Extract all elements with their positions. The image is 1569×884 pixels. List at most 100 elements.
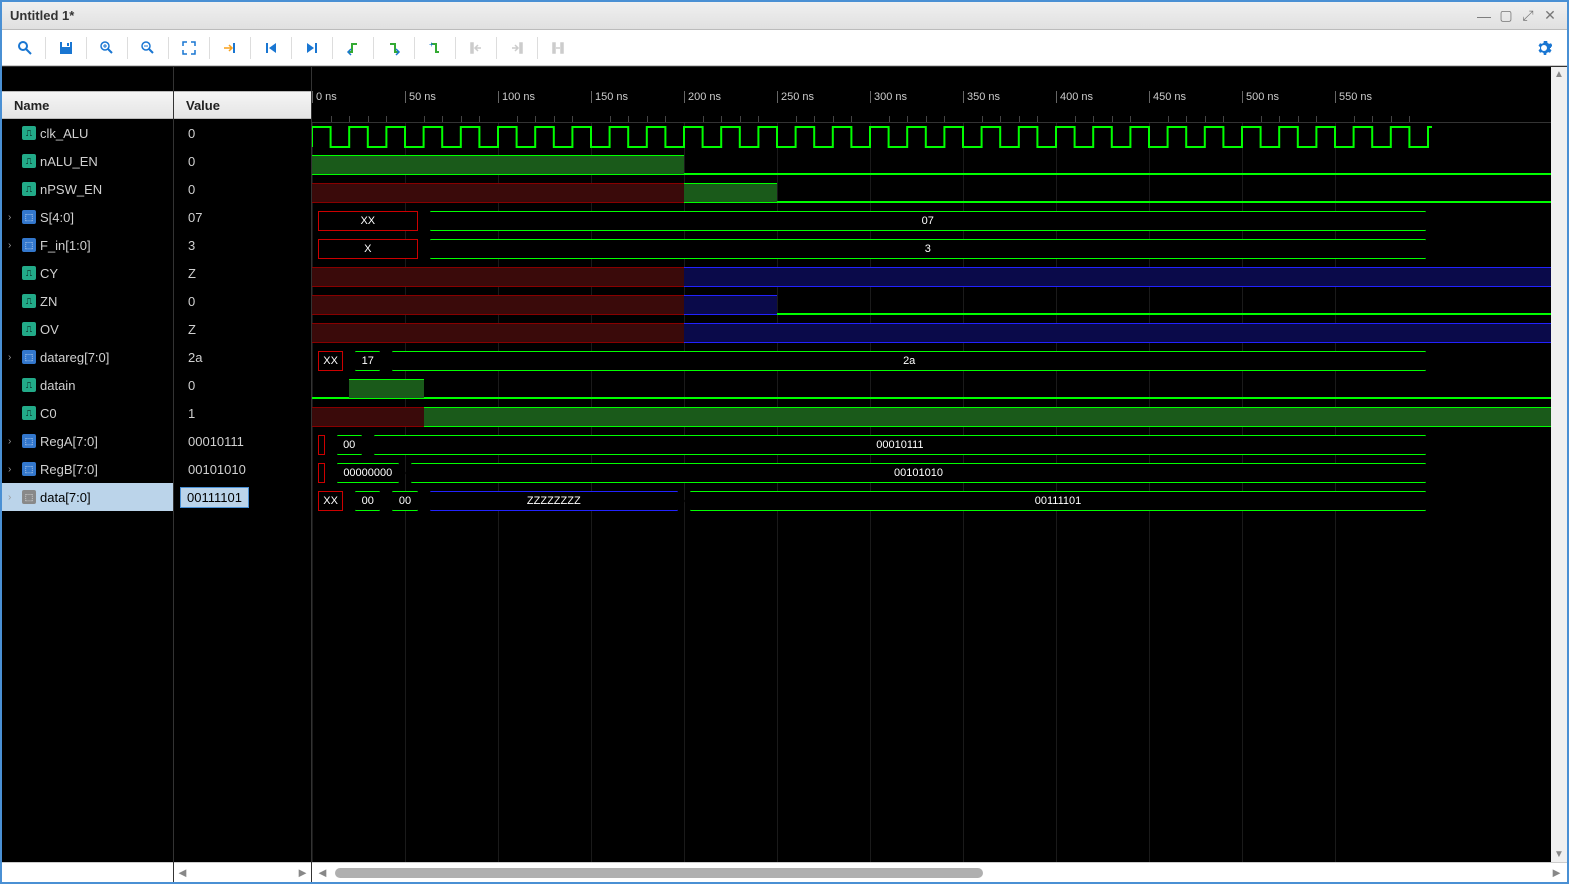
name-column: Name ⎍clk_ALU⎍nALU_EN⎍nPSW_EN›⬚S[4:0]›⬚F… (2, 67, 174, 882)
signal-value-row[interactable]: 1 (174, 399, 311, 427)
settings-button[interactable] (1529, 34, 1559, 62)
ruler-tick: 500 ns (1242, 91, 1279, 103)
wave-row (312, 291, 1567, 319)
signal-value-label: 0 (180, 182, 195, 197)
scroll-thumb[interactable] (335, 868, 983, 878)
prev-marker-button (461, 34, 491, 62)
expand-icon[interactable]: › (8, 212, 22, 223)
scroll-up-icon[interactable]: ▲ (1554, 69, 1564, 80)
goto-cursor-button[interactable] (215, 34, 245, 62)
signal-name-row[interactable]: ›⬚datareg[7:0] (2, 343, 173, 371)
signal-name-label: data[7:0] (40, 490, 91, 505)
signal-value-row[interactable]: 00111101 (174, 483, 311, 511)
save-button[interactable] (51, 34, 81, 62)
signal-name-label: clk_ALU (40, 126, 88, 141)
h-scroll-name[interactable] (2, 862, 173, 882)
signal-value-row[interactable]: 00010111 (174, 427, 311, 455)
signal-value-row[interactable]: 0 (174, 287, 311, 315)
wave-row (312, 123, 1567, 151)
waveform-area[interactable]: XX07X3XX172a00000101110000000000101010XX… (312, 123, 1567, 862)
signal-value-row[interactable]: 0 (174, 119, 311, 147)
signal-name-row[interactable]: ›⬚F_in[1:0] (2, 231, 173, 259)
signal-value-row[interactable]: Z (174, 259, 311, 287)
signal-value-label: 1 (180, 406, 195, 421)
signal-value-row[interactable]: 2a (174, 343, 311, 371)
value-column: Value 000073Z0Z2a01000101110010101000111… (174, 67, 312, 882)
waveform-viewer-window: Untitled 1* — ▢ ⤢ ✕ + (0, 0, 1569, 884)
signal-name-row[interactable]: ›⬚data[7:0] (2, 483, 173, 511)
minimize-icon[interactable]: — (1475, 7, 1493, 25)
expand-icon[interactable]: › (8, 464, 22, 475)
ruler-tick: 250 ns (777, 91, 814, 103)
time-ruler[interactable]: 0 ns50 ns100 ns150 ns200 ns250 ns300 ns3… (312, 91, 1567, 123)
value-header[interactable]: Value (174, 91, 311, 119)
window-title: Untitled 1* (10, 8, 1475, 23)
wave-row: XX172a (312, 347, 1567, 375)
signal-value-row[interactable]: 00101010 (174, 455, 311, 483)
next-transition-button[interactable] (379, 34, 409, 62)
v-scroll[interactable]: ▲▼ (1551, 67, 1567, 862)
add-marker-button[interactable]: + (420, 34, 450, 62)
search-button[interactable] (10, 34, 40, 62)
separator (127, 37, 128, 59)
signal-value-row[interactable]: 3 (174, 231, 311, 259)
spacer (174, 67, 311, 91)
signal-name-label: F_in[1:0] (40, 238, 91, 253)
wave-row (312, 403, 1567, 431)
spacer (2, 67, 173, 91)
signal-name-row[interactable]: ⎍nALU_EN (2, 147, 173, 175)
bit-signal-icon: ⎍ (22, 266, 36, 280)
goto-end-button[interactable] (297, 34, 327, 62)
expand-icon[interactable]: › (8, 492, 22, 503)
bus-segment: 07 (430, 211, 1426, 231)
bus-segment: 17 (355, 351, 380, 371)
signal-value-row[interactable]: 0 (174, 147, 311, 175)
bit-signal-icon: ⎍ (22, 378, 36, 392)
bus-segment: X (318, 239, 418, 259)
wave-row: 0000010111 (312, 431, 1567, 459)
separator (209, 37, 210, 59)
signal-name-row[interactable]: ⎍nPSW_EN (2, 175, 173, 203)
restore-icon[interactable]: ⤢ (1519, 7, 1537, 25)
signal-name-row[interactable]: ⎍clk_ALU (2, 119, 173, 147)
signal-value-row[interactable]: 0 (174, 371, 311, 399)
h-scroll-wave[interactable]: ◄ ► (312, 862, 1567, 882)
ruler-tick: 300 ns (870, 91, 907, 103)
bus-segment: 00111101 (690, 491, 1426, 511)
signal-value-row[interactable]: 07 (174, 203, 311, 231)
name-header[interactable]: Name (2, 91, 173, 119)
signal-name-label: RegA[7:0] (40, 434, 98, 449)
h-scroll-value[interactable]: ◄► (174, 862, 311, 882)
signal-name-row[interactable]: ⎍datain (2, 371, 173, 399)
signal-name-label: nALU_EN (40, 154, 98, 169)
signal-name-row[interactable]: ›⬚S[4:0] (2, 203, 173, 231)
signal-name-row[interactable]: ⎍OV (2, 315, 173, 343)
ruler-tick: 100 ns (498, 91, 535, 103)
prev-transition-button[interactable] (338, 34, 368, 62)
signal-value-label: Z (180, 266, 196, 281)
expand-icon[interactable]: › (8, 240, 22, 251)
close-icon[interactable]: ✕ (1541, 7, 1559, 25)
signal-name-row[interactable]: ⎍ZN (2, 287, 173, 315)
wave-row (312, 151, 1567, 179)
signal-value-row[interactable]: Z (174, 315, 311, 343)
goto-start-button[interactable] (256, 34, 286, 62)
bus-segment: 00101010 (411, 463, 1426, 483)
signal-name-row[interactable]: ›⬚RegB[7:0] (2, 455, 173, 483)
scroll-down-icon[interactable]: ▼ (1554, 849, 1564, 860)
signal-name-row[interactable]: ⎍C0 (2, 399, 173, 427)
ruler-tick: 400 ns (1056, 91, 1093, 103)
zoom-in-button[interactable] (92, 34, 122, 62)
zoom-out-button[interactable] (133, 34, 163, 62)
ruler-tick: 50 ns (405, 91, 436, 103)
maximize-icon[interactable]: ▢ (1497, 7, 1515, 25)
signal-value-row[interactable]: 0 (174, 175, 311, 203)
expand-icon[interactable]: › (8, 352, 22, 363)
zoom-fit-button[interactable] (174, 34, 204, 62)
signal-name-row[interactable]: ⎍CY (2, 259, 173, 287)
expand-icon[interactable]: › (8, 436, 22, 447)
signal-value-label: Z (180, 322, 196, 337)
bus-segment (318, 435, 325, 455)
ruler-tick: 550 ns (1335, 91, 1372, 103)
signal-name-row[interactable]: ›⬚RegA[7:0] (2, 427, 173, 455)
